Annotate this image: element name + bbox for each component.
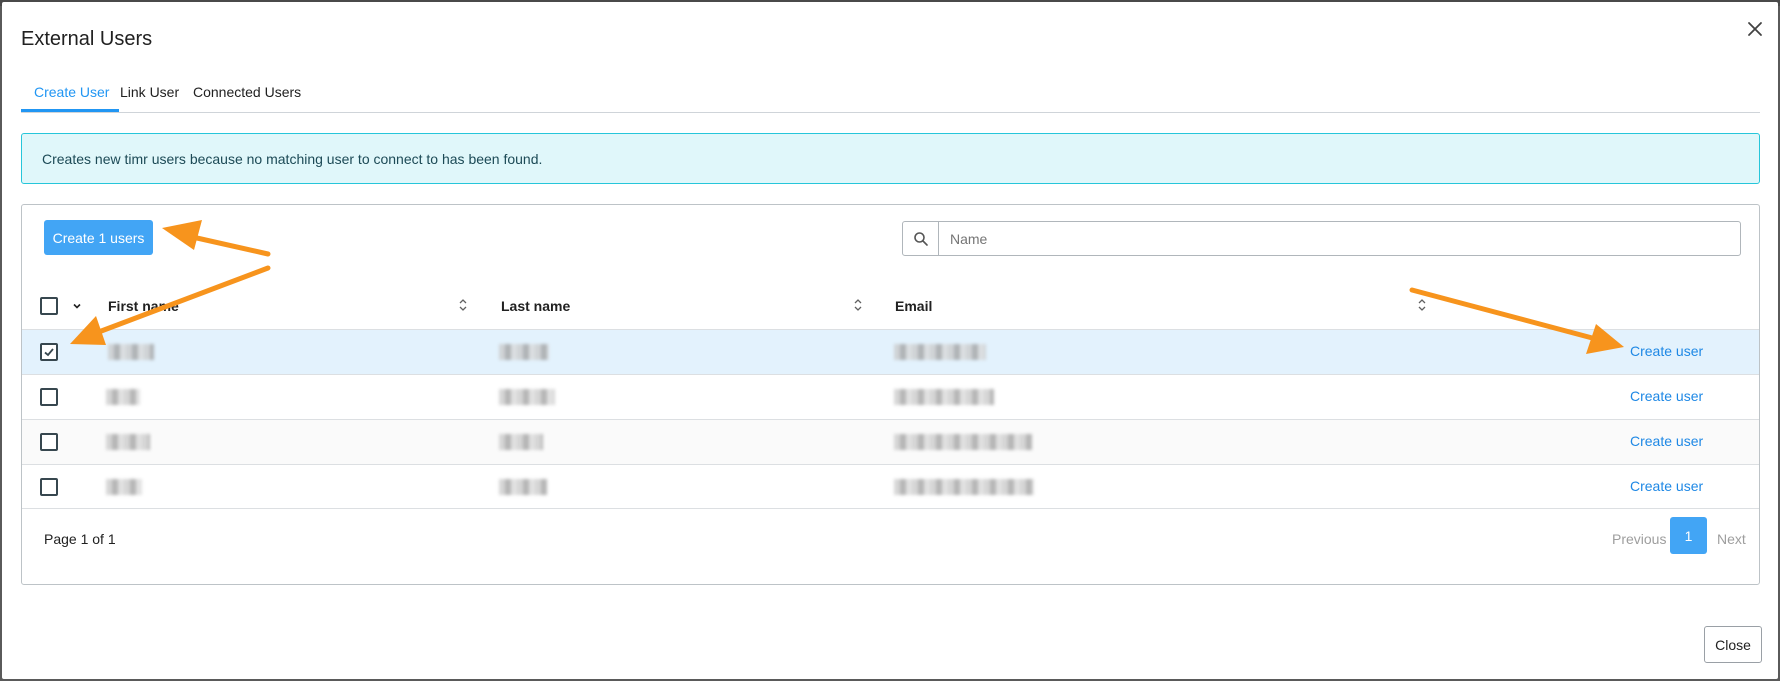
page-info: Page 1 of 1: [44, 531, 116, 547]
next-page-button[interactable]: Next: [1717, 531, 1746, 547]
close-button[interactable]: Close: [1704, 626, 1762, 663]
table-header: First name Last name Email: [22, 283, 1759, 329]
row-checkbox[interactable]: [40, 388, 58, 406]
create-user-link[interactable]: Create user: [1630, 433, 1703, 449]
active-tab-indicator: [21, 109, 119, 112]
chevron-down-icon[interactable]: [71, 299, 83, 311]
last-name-redacted: [499, 344, 549, 360]
tab-link-user[interactable]: Link User: [120, 84, 179, 100]
users-table-panel: Create 1 users First name: [21, 204, 1760, 585]
tab-create-user[interactable]: Create User: [34, 84, 109, 100]
first-name-redacted: [106, 389, 140, 405]
table-divider: [22, 508, 1759, 509]
first-name-redacted: [108, 344, 154, 360]
email-redacted: [894, 344, 986, 360]
tab-connected-users[interactable]: Connected Users: [193, 84, 301, 100]
row-checkbox[interactable]: [40, 478, 58, 496]
create-selected-users-button[interactable]: Create 1 users: [44, 220, 153, 255]
external-users-dialog: External Users Create User Link User Con…: [2, 2, 1778, 679]
column-first-name[interactable]: First name: [108, 298, 179, 314]
create-user-link[interactable]: Create user: [1630, 343, 1703, 359]
search-input[interactable]: [939, 222, 1740, 255]
sort-icon[interactable]: [853, 297, 863, 313]
info-text: Creates new timr users because no matchi…: [42, 151, 543, 167]
create-user-link[interactable]: Create user: [1630, 388, 1703, 404]
table-row[interactable]: Create user: [22, 374, 1759, 419]
previous-page-button[interactable]: Previous: [1612, 531, 1666, 547]
email-redacted: [894, 434, 1032, 450]
column-last-name[interactable]: Last name: [501, 298, 570, 314]
create-user-link[interactable]: Create user: [1630, 478, 1703, 494]
table-row[interactable]: Create user: [22, 464, 1759, 509]
sort-icon[interactable]: [458, 297, 468, 313]
last-name-redacted: [499, 389, 555, 405]
table-row[interactable]: Create user: [22, 419, 1759, 464]
last-name-redacted: [499, 479, 547, 495]
first-name-redacted: [106, 479, 142, 495]
email-redacted: [894, 479, 1034, 495]
sort-icon[interactable]: [1417, 297, 1427, 313]
column-email[interactable]: Email: [895, 298, 932, 314]
table-row[interactable]: Create user: [22, 329, 1759, 374]
tab-bar: Create User Link User Connected Users: [21, 72, 1760, 113]
info-alert: Creates new timr users because no matchi…: [21, 133, 1760, 184]
select-all-checkbox[interactable]: [40, 297, 58, 315]
row-checkbox[interactable]: [40, 433, 58, 451]
close-icon[interactable]: [1744, 18, 1766, 40]
search-box: [902, 221, 1741, 256]
dialog-title: External Users: [21, 28, 153, 50]
search-icon[interactable]: [903, 222, 939, 255]
last-name-redacted: [499, 434, 543, 450]
first-name-redacted: [106, 434, 150, 450]
page-number-button[interactable]: 1: [1670, 517, 1707, 554]
row-checkbox[interactable]: [40, 343, 58, 361]
email-redacted: [894, 389, 994, 405]
